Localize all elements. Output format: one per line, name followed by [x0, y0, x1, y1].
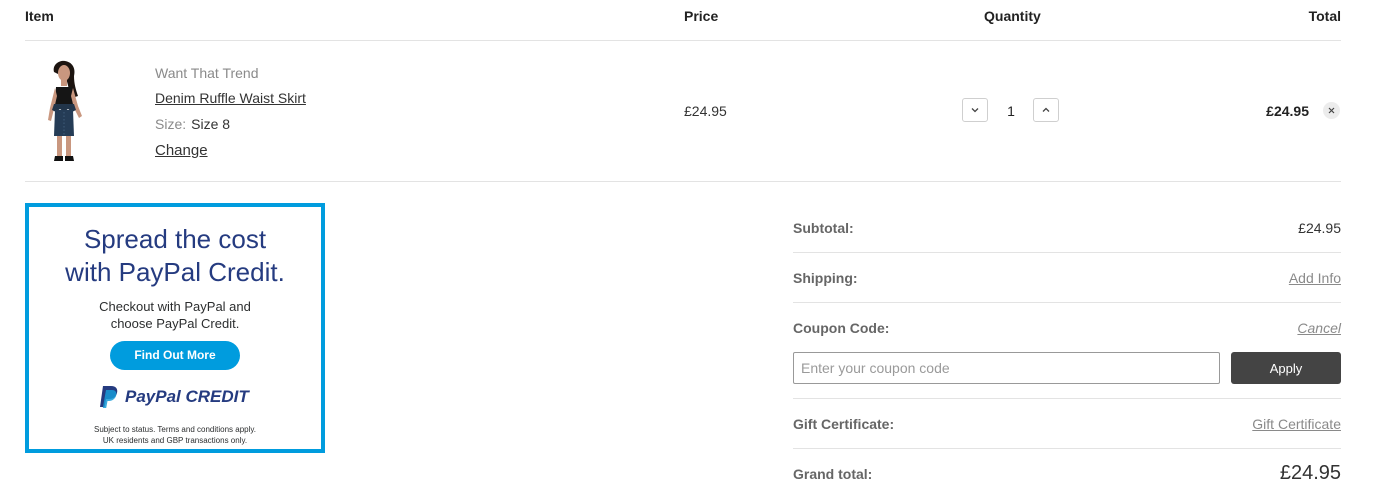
column-header-item: Item — [25, 8, 54, 24]
apply-coupon-button[interactable]: Apply — [1231, 352, 1341, 384]
promo-subtext: Checkout with PayPal and choose PayPal C… — [29, 298, 321, 332]
chevron-up-icon — [1042, 107, 1050, 112]
size-value: Size 8 — [191, 116, 231, 132]
item-price: £24.95 — [684, 103, 727, 119]
logo-credit-text: CREDIT — [185, 387, 249, 406]
find-out-more-button[interactable]: Find Out More — [110, 341, 240, 370]
column-header-quantity: Quantity — [984, 8, 1041, 24]
grand-total-label: Grand total: — [793, 466, 873, 482]
add-shipping-info-link[interactable]: Add Info — [1289, 270, 1341, 286]
increase-quantity-button[interactable] — [1033, 98, 1059, 122]
gift-certificate-label: Gift Certificate: — [793, 416, 895, 432]
coupon-code-input[interactable] — [793, 352, 1220, 384]
promo-subtext-line1: Checkout with PayPal and — [99, 299, 251, 314]
coupon-cancel-link[interactable]: Cancel — [1297, 320, 1341, 336]
promo-fine-line2: UK residents and GBP transactions only. — [102, 436, 248, 445]
summary-divider — [793, 252, 1341, 253]
paypal-credit-logo: PayPal CREDIT — [99, 385, 254, 411]
product-image[interactable] — [38, 60, 88, 162]
column-header-total: Total — [1308, 8, 1341, 24]
quantity-value: 1 — [1007, 103, 1015, 119]
promo-subtext-line2: choose PayPal Credit. — [110, 316, 240, 331]
promo-headline: Spread the cost with PayPal Credit. — [29, 223, 321, 289]
subtotal-label: Subtotal: — [793, 220, 854, 236]
remove-item-button[interactable] — [1323, 102, 1340, 119]
row-divider — [25, 181, 1341, 182]
change-link[interactable]: Change — [155, 142, 208, 159]
column-header-price: Price — [684, 8, 719, 24]
header-divider — [25, 40, 1341, 41]
promo-fine-line1: Subject to status. Terms and conditions … — [93, 425, 256, 434]
promo-fine-print: Subject to status. Terms and conditions … — [29, 424, 321, 446]
paypal-p-icon — [100, 386, 118, 408]
product-brand: Want That Trend — [155, 65, 259, 81]
coupon-code-label: Coupon Code: — [793, 320, 890, 336]
product-name-link[interactable]: Denim Ruffle Waist Skirt — [155, 90, 306, 106]
summary-divider — [793, 398, 1341, 399]
close-icon — [1328, 107, 1335, 114]
paypal-credit-wordmark: PayPal CREDIT — [125, 387, 249, 407]
product-size: Size: Size 8 — [155, 116, 230, 132]
gift-certificate-link[interactable]: Gift Certificate — [1252, 416, 1341, 432]
logo-paypal-text: PayPal — [125, 387, 181, 406]
promo-headline-line1: Spread the cost — [83, 224, 267, 254]
size-label: Size: — [155, 116, 187, 132]
shipping-label: Shipping: — [793, 270, 858, 286]
summary-divider — [793, 448, 1341, 449]
item-total: £24.95 — [1266, 103, 1309, 119]
summary-divider — [793, 302, 1341, 303]
subtotal-value: £24.95 — [1298, 220, 1341, 236]
grand-total-value: £24.95 — [1279, 462, 1341, 484]
chevron-down-icon — [971, 108, 979, 113]
paypal-credit-banner[interactable]: Spread the cost with PayPal Credit. Chec… — [25, 203, 325, 453]
decrease-quantity-button[interactable] — [962, 98, 988, 122]
promo-headline-line2: with PayPal Credit. — [65, 257, 285, 287]
